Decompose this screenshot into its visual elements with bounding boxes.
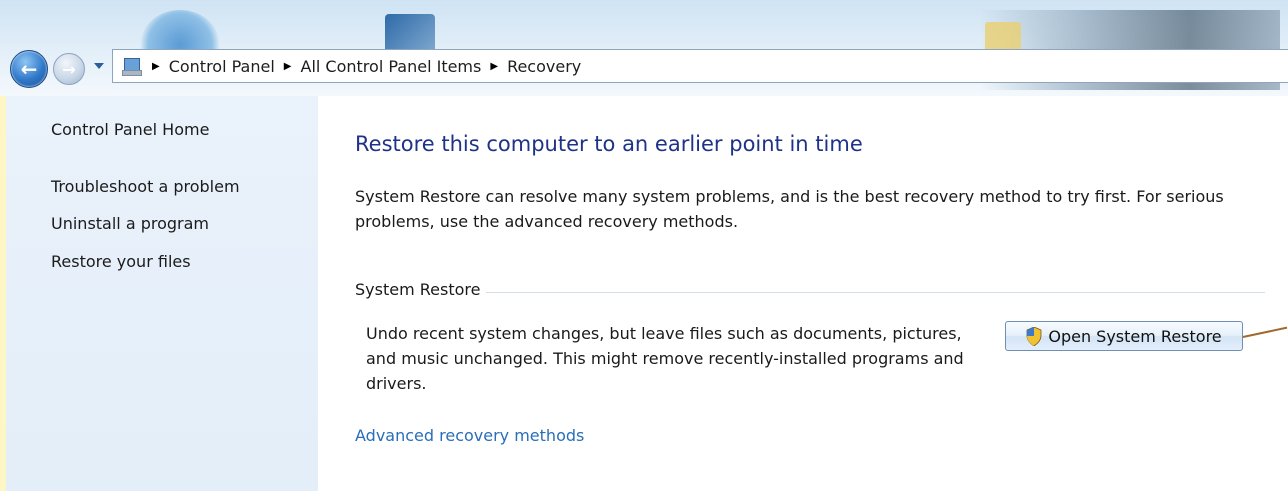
uninstall-program-link[interactable]: Uninstall a program [51, 214, 209, 233]
back-button[interactable]: ← [10, 50, 48, 88]
back-arrow-icon: ← [20, 57, 38, 81]
annotation-arrow [1242, 326, 1288, 338]
open-system-restore-label: Open System Restore [1048, 326, 1222, 346]
window-header: ← → ▶ Control Panel ▶ All Control Panel … [0, 0, 1288, 96]
breadcrumb-separator-icon[interactable]: ▶ [152, 61, 160, 72]
troubleshoot-link[interactable]: Troubleshoot a problem [51, 177, 240, 196]
breadcrumb-item-recovery[interactable]: Recovery [507, 57, 581, 76]
breadcrumb-item-control-panel[interactable]: Control Panel [169, 57, 275, 76]
breadcrumb-separator-icon[interactable]: ▶ [490, 61, 498, 72]
open-system-restore-button[interactable]: Open System Restore [1005, 321, 1243, 351]
recent-pages-dropdown[interactable] [94, 63, 104, 69]
control-panel-icon [122, 57, 142, 76]
restore-files-link[interactable]: Restore your files [51, 252, 191, 271]
background-decoration [385, 14, 435, 54]
forward-button[interactable]: → [53, 53, 85, 85]
system-restore-section-title: System Restore [355, 280, 487, 299]
page-description: System Restore can resolve many system p… [355, 187, 1224, 231]
page-title: Restore this computer to an earlier poin… [355, 132, 863, 156]
breadcrumb-item-all-items[interactable]: All Control Panel Items [301, 57, 482, 76]
forward-arrow-icon: → [62, 59, 76, 79]
system-restore-description: Undo recent system changes, but leave fi… [366, 324, 964, 393]
advanced-recovery-link[interactable]: Advanced recovery methods [355, 426, 584, 445]
control-panel-home-link[interactable]: Control Panel Home [51, 120, 209, 139]
breadcrumb-separator-icon[interactable]: ▶ [284, 61, 292, 72]
uac-shield-icon [1026, 326, 1042, 346]
address-bar[interactable]: ▶ Control Panel ▶ All Control Panel Item… [112, 49, 1288, 83]
section-divider [355, 292, 1265, 293]
pane-edge [0, 96, 6, 491]
main-content: Restore this computer to an earlier poin… [318, 96, 1288, 491]
navigation-pane: Control Panel Home Troubleshoot a proble… [0, 96, 318, 491]
